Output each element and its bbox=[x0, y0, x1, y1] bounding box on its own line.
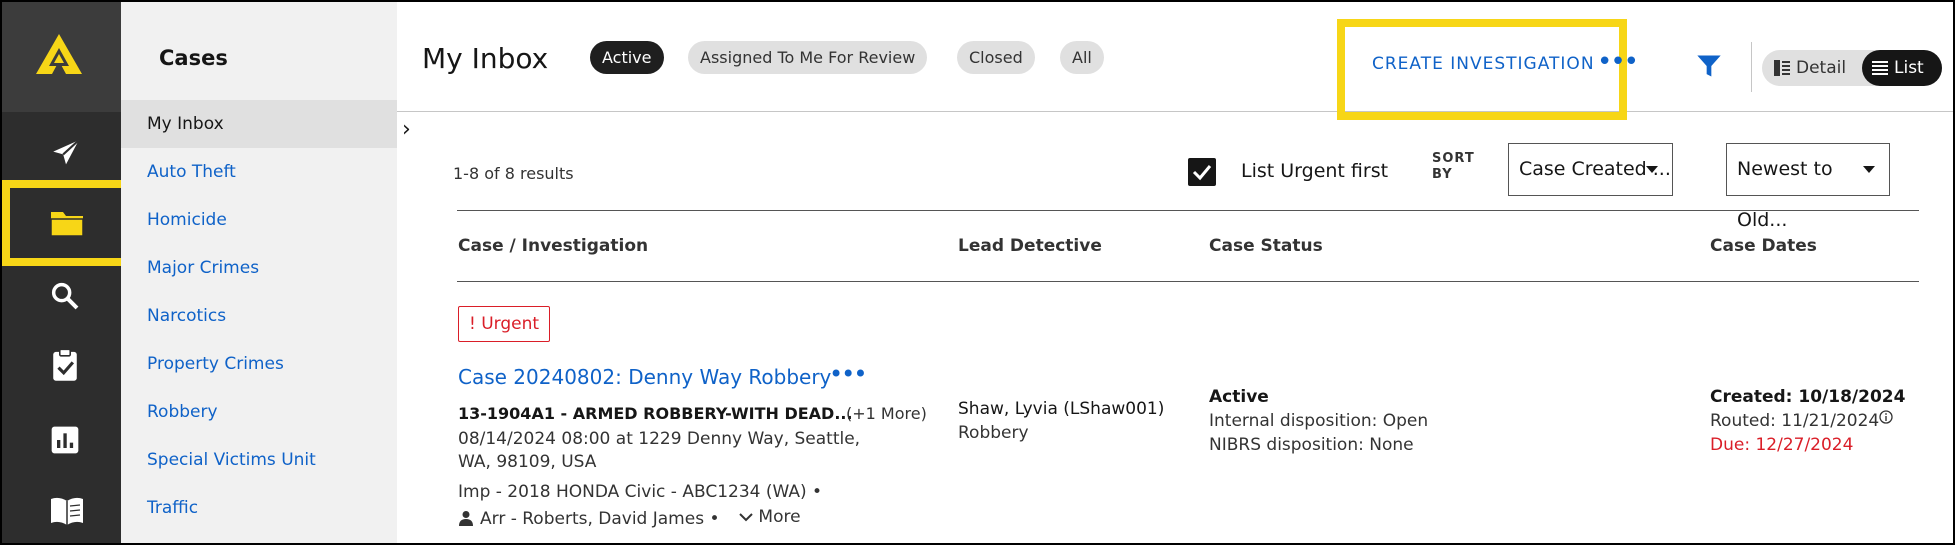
sidebar-item-major-crimes[interactable]: Major Crimes bbox=[121, 244, 397, 292]
info-icon[interactable] bbox=[1879, 409, 1893, 428]
vehicle-info: Imp - 2018 HONDA Civic - ABC1234 (WA) • bbox=[458, 482, 823, 502]
offense-more-link[interactable]: (+1 More) bbox=[846, 404, 927, 423]
filter-chip-all[interactable]: All bbox=[1060, 41, 1104, 74]
sidebar-title: Cases bbox=[159, 46, 228, 70]
expand-more-button[interactable]: More bbox=[739, 507, 801, 527]
filter-chip-active[interactable]: Active bbox=[590, 41, 664, 74]
caret-down-icon bbox=[1863, 166, 1875, 173]
case-more-button[interactable]: ••• bbox=[829, 360, 867, 388]
results-count: 1-8 of 8 results bbox=[453, 164, 574, 183]
app-window: Cases My Inbox Auto Theft Homicide Major… bbox=[0, 0, 1955, 545]
view-list-label: List bbox=[1894, 58, 1924, 78]
search-icon[interactable] bbox=[49, 280, 83, 314]
filter-chip-closed[interactable]: Closed bbox=[957, 41, 1035, 74]
create-investigation-button[interactable]: CREATE INVESTIGATION bbox=[1372, 54, 1595, 74]
view-toggle: Detail List bbox=[1762, 50, 1942, 86]
sidebar-item-my-inbox[interactable]: My Inbox bbox=[121, 100, 397, 148]
date-routed: Routed: 11/21/2024 bbox=[1710, 411, 1880, 431]
logo-icon bbox=[36, 34, 82, 74]
detail-view-icon bbox=[1774, 60, 1790, 76]
sort-field-dropdown[interactable]: Case Created ... bbox=[1508, 143, 1673, 196]
sidebar-item-auto-theft[interactable]: Auto Theft bbox=[121, 148, 397, 196]
filter-chip-assigned-for-review[interactable]: Assigned To Me For Review bbox=[688, 41, 928, 74]
main-content: My Inbox Active Assigned To Me For Revie… bbox=[397, 2, 1953, 543]
incident-location: 08/14/2024 08:00 at 1229 Denny Way, Seat… bbox=[458, 429, 861, 472]
table-header-rule bbox=[457, 281, 1919, 282]
sort-order-dropdown[interactable]: Newest to Old... bbox=[1726, 143, 1890, 231]
chevron-down-icon bbox=[739, 513, 753, 522]
sort-by-label-line1: SORT bbox=[1432, 151, 1475, 166]
sidebar-item-robbery[interactable]: Robbery bbox=[121, 388, 397, 436]
sort-by-label-line2: BY bbox=[1432, 167, 1453, 182]
urgent-first-checkbox[interactable] bbox=[1188, 158, 1216, 186]
header-more-button[interactable]: ••• bbox=[1597, 49, 1639, 75]
arrest-info: Arr - Roberts, David James • bbox=[458, 509, 720, 529]
sidebar-item-homicide[interactable]: Homicide bbox=[121, 196, 397, 244]
header-divider bbox=[1751, 42, 1752, 92]
checkmark-icon bbox=[1192, 165, 1212, 181]
lead-detective-unit: Robbery bbox=[958, 423, 1029, 443]
cases-sidebar: Cases My Inbox Auto Theft Homicide Major… bbox=[121, 2, 397, 543]
person-icon bbox=[459, 511, 473, 526]
column-header-lead-detective[interactable]: Lead Detective bbox=[958, 236, 1102, 256]
book-icon[interactable] bbox=[49, 496, 83, 530]
column-header-case-dates[interactable]: Case Dates bbox=[1710, 236, 1817, 256]
sort-by-label: SORT BY bbox=[1432, 151, 1475, 183]
view-detail-button[interactable]: Detail bbox=[1762, 50, 1858, 86]
column-header-case-status[interactable]: Case Status bbox=[1209, 236, 1323, 256]
sidebar-item-traffic[interactable]: Traffic bbox=[121, 484, 397, 532]
caret-down-icon bbox=[1646, 166, 1658, 173]
page-title: My Inbox bbox=[422, 42, 549, 75]
case-status: Active bbox=[1209, 387, 1269, 407]
offense-text: 13-1904A1 - ARMED ROBBERY-WITH DEAD... bbox=[458, 404, 853, 423]
date-created: Created: 10/18/2024 bbox=[1710, 387, 1906, 407]
view-detail-label: Detail bbox=[1796, 58, 1847, 78]
table-top-rule bbox=[457, 210, 1919, 211]
nibrs-disposition: NIBRS disposition: None bbox=[1209, 435, 1414, 455]
logo bbox=[2, 2, 121, 112]
expand-more-label: More bbox=[758, 507, 801, 527]
column-header-case[interactable]: Case / Investigation bbox=[458, 236, 648, 256]
urgent-badge: ! Urgent bbox=[458, 306, 551, 342]
clipboard-check-icon[interactable] bbox=[49, 348, 83, 382]
send-icon[interactable] bbox=[49, 136, 83, 170]
filter-icon[interactable] bbox=[1695, 52, 1723, 84]
chevron-right-icon[interactable]: › bbox=[402, 117, 411, 142]
icon-rail bbox=[2, 2, 130, 543]
rail-highlight bbox=[2, 180, 130, 266]
urgent-first-label[interactable]: List Urgent first bbox=[1241, 160, 1388, 182]
case-title-link[interactable]: Case 20240802: Denny Way Robbery bbox=[458, 365, 831, 389]
sort-order-value: Newest to Old... bbox=[1737, 158, 1833, 231]
internal-disposition: Internal disposition: Open bbox=[1209, 411, 1429, 431]
sidebar-item-property-crimes[interactable]: Property Crimes bbox=[121, 340, 397, 388]
date-due: Due: 12/27/2024 bbox=[1710, 435, 1854, 455]
lead-detective-name: Shaw, Lyvia (LShaw001) bbox=[958, 399, 1165, 419]
bar-chart-icon[interactable] bbox=[49, 424, 83, 458]
arrest-text: Arr - Roberts, David James • bbox=[480, 509, 720, 529]
view-list-button[interactable]: List bbox=[1862, 50, 1942, 86]
list-view-icon bbox=[1872, 61, 1888, 75]
sidebar-item-narcotics[interactable]: Narcotics bbox=[121, 292, 397, 340]
sidebar-item-special-victims-unit[interactable]: Special Victims Unit bbox=[121, 436, 397, 484]
